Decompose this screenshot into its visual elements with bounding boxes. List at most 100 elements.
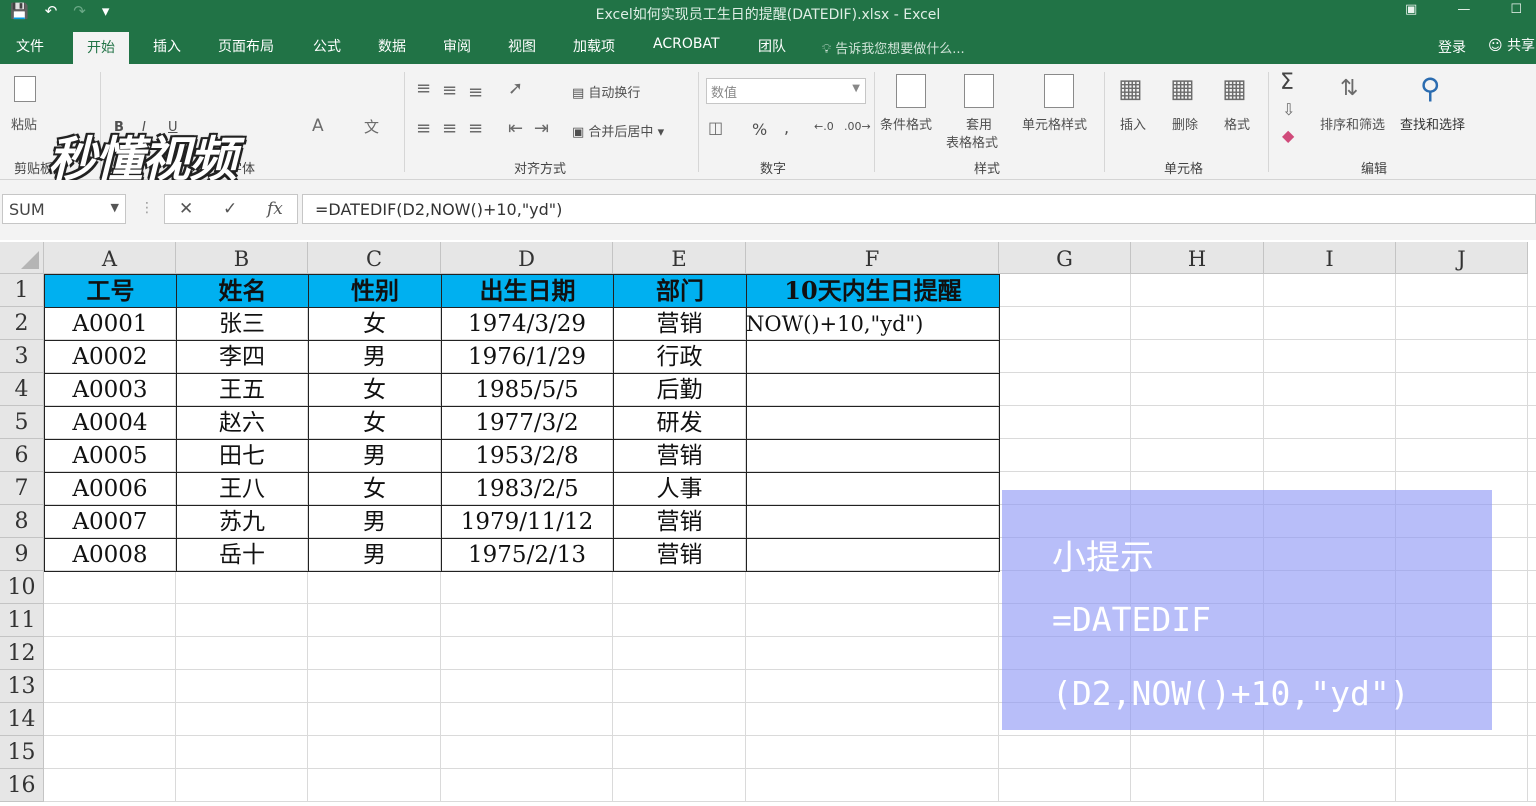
tab-review[interactable]: 审阅 bbox=[443, 36, 471, 56]
cell-b4[interactable]: 王五 bbox=[176, 373, 308, 406]
name-box[interactable]: SUM ▼ bbox=[2, 194, 126, 224]
tab-data[interactable]: 数据 bbox=[378, 36, 406, 56]
tab-page-layout[interactable]: 页面布局 bbox=[218, 36, 274, 56]
cell-d5[interactable]: 1977/3/2 bbox=[441, 406, 613, 439]
cell-c8[interactable]: 男 bbox=[308, 505, 441, 538]
row-header-16[interactable]: 16 bbox=[0, 769, 44, 802]
cell-a3[interactable]: A0002 bbox=[44, 340, 176, 373]
header-cell-e1[interactable]: 部门 bbox=[613, 274, 747, 308]
header-cell-c1[interactable]: 性别 bbox=[308, 274, 442, 308]
tab-acrobat[interactable]: ACROBAT bbox=[653, 36, 720, 52]
cell-d4[interactable]: 1985/5/5 bbox=[441, 373, 613, 406]
column-header-e[interactable]: E bbox=[613, 242, 746, 274]
orientation-icon[interactable]: ➚ bbox=[508, 78, 523, 99]
row-header-4[interactable]: 4 bbox=[0, 373, 44, 406]
merge-center-button[interactable]: ▣ 合并后居中 ▾ bbox=[572, 121, 664, 140]
cell-b5[interactable]: 赵六 bbox=[176, 406, 308, 439]
align-top-icon[interactable]: ≡ bbox=[416, 78, 431, 99]
cell-d9[interactable]: 1975/2/13 bbox=[441, 538, 613, 571]
cell-e8[interactable]: 营销 bbox=[613, 505, 746, 538]
align-center-icon[interactable]: ≡ bbox=[442, 118, 457, 139]
cell-e2[interactable]: 营销 bbox=[613, 307, 746, 340]
chevron-down-icon[interactable]: ▼ bbox=[111, 201, 119, 214]
column-header-h[interactable]: H bbox=[1131, 242, 1264, 274]
table-format-button[interactable]: 套用 bbox=[966, 114, 992, 133]
cell-c3[interactable]: 男 bbox=[308, 340, 441, 373]
column-header-f[interactable]: F bbox=[746, 242, 999, 274]
cell-b3[interactable]: 李四 bbox=[176, 340, 308, 373]
table-format-icon[interactable] bbox=[964, 74, 994, 108]
conditional-format-icon[interactable] bbox=[896, 74, 926, 108]
tab-view[interactable]: 视图 bbox=[508, 36, 536, 56]
cell-d3[interactable]: 1976/1/29 bbox=[441, 340, 613, 373]
column-header-a[interactable]: A bbox=[44, 242, 176, 274]
align-bottom-icon[interactable]: ≡ bbox=[468, 82, 483, 103]
cell-b7[interactable]: 王八 bbox=[176, 472, 308, 505]
row-header-1[interactable]: 1 bbox=[0, 274, 44, 307]
clear-icon[interactable]: ◆ bbox=[1282, 126, 1294, 145]
delete-cells-button[interactable]: 删除 bbox=[1172, 114, 1198, 133]
cell-e6[interactable]: 营销 bbox=[613, 439, 746, 472]
column-header-c[interactable]: C bbox=[308, 242, 441, 274]
header-cell-d1[interactable]: 出生日期 bbox=[441, 274, 614, 308]
cell-c4[interactable]: 女 bbox=[308, 373, 441, 406]
enter-check-icon[interactable]: ✓ bbox=[223, 199, 237, 219]
tell-me-search[interactable]: 💡︎ 告诉我您想要做什么... bbox=[822, 38, 965, 57]
cell-a7[interactable]: A0006 bbox=[44, 472, 176, 505]
insert-cells-button[interactable]: 插入 bbox=[1120, 114, 1146, 133]
cell-b9[interactable]: 岳十 bbox=[176, 538, 308, 571]
select-all-button[interactable] bbox=[0, 242, 44, 274]
align-left-icon[interactable]: ≡ bbox=[416, 118, 431, 139]
cell-c5[interactable]: 女 bbox=[308, 406, 441, 439]
header-cell-f1[interactable]: 10天内生日提醒 bbox=[746, 274, 1000, 308]
percent-button[interactable]: % bbox=[752, 120, 767, 139]
paste-icon[interactable] bbox=[14, 76, 36, 102]
cell-c6[interactable]: 男 bbox=[308, 439, 441, 472]
increase-decimal-icon[interactable]: ←.0 bbox=[814, 120, 834, 133]
find-search-icon[interactable]: ⚲ bbox=[1420, 72, 1441, 105]
row-header-2[interactable]: 2 bbox=[0, 307, 44, 340]
cell-e5[interactable]: 研发 bbox=[613, 406, 746, 439]
comma-button[interactable]: , bbox=[784, 118, 789, 137]
column-header-g[interactable]: G bbox=[999, 242, 1131, 274]
tab-formulas[interactable]: 公式 bbox=[313, 36, 341, 56]
align-right-icon[interactable]: ≡ bbox=[468, 118, 483, 139]
cell-f2-editing[interactable]: NOW()+10,"yd") bbox=[746, 307, 997, 340]
row-header-12[interactable]: 12 bbox=[0, 637, 44, 670]
sort-filter-icon[interactable]: ⇅ bbox=[1340, 76, 1358, 101]
format-cells-button[interactable]: 格式 bbox=[1224, 114, 1250, 133]
cell-c9[interactable]: 男 bbox=[308, 538, 441, 571]
insert-function-icon[interactable]: fx bbox=[267, 199, 283, 219]
tab-home[interactable]: 开始 bbox=[73, 32, 129, 64]
cell-a6[interactable]: A0005 bbox=[44, 439, 176, 472]
delete-cells-icon[interactable]: ▦ bbox=[1170, 74, 1195, 104]
cell-b6[interactable]: 田七 bbox=[176, 439, 308, 472]
align-middle-icon[interactable]: ≡ bbox=[442, 80, 457, 101]
cancel-icon[interactable]: ✕ bbox=[179, 199, 193, 219]
number-format-select[interactable]: 数值 ▼ bbox=[706, 78, 866, 104]
cell-e3[interactable]: 行政 bbox=[613, 340, 746, 373]
format-cells-icon[interactable]: ▦ bbox=[1222, 74, 1247, 104]
cell-styles-icon[interactable] bbox=[1044, 74, 1074, 108]
cell-c7[interactable]: 女 bbox=[308, 472, 441, 505]
row-header-15[interactable]: 15 bbox=[0, 736, 44, 769]
insert-cells-icon[interactable]: ▦ bbox=[1118, 74, 1143, 104]
wrap-text-button[interactable]: ▤ 自动换行 bbox=[572, 82, 640, 101]
increase-indent-icon[interactable]: ⇥ bbox=[534, 118, 549, 139]
cell-b8[interactable]: 苏九 bbox=[176, 505, 308, 538]
row-header-3[interactable]: 3 bbox=[0, 340, 44, 373]
cell-b2[interactable]: 张三 bbox=[176, 307, 308, 340]
column-header-j[interactable]: J bbox=[1396, 242, 1528, 274]
tab-addins[interactable]: 加载项 bbox=[573, 36, 615, 56]
cell-d2[interactable]: 1974/3/29 bbox=[441, 307, 613, 340]
font-color-icon[interactable]: A bbox=[312, 116, 324, 136]
cell-d6[interactable]: 1953/2/8 bbox=[441, 439, 613, 472]
sort-filter-button[interactable]: 排序和筛选 bbox=[1320, 114, 1385, 133]
find-select-button[interactable]: 查找和选择 bbox=[1400, 114, 1465, 133]
cell-a8[interactable]: A0007 bbox=[44, 505, 176, 538]
cell-d8[interactable]: 1979/11/12 bbox=[441, 505, 613, 538]
row-header-8[interactable]: 8 bbox=[0, 505, 44, 538]
header-cell-b1[interactable]: 姓名 bbox=[176, 274, 309, 308]
cell-a5[interactable]: A0004 bbox=[44, 406, 176, 439]
decrease-indent-icon[interactable]: ⇤ bbox=[508, 118, 523, 139]
